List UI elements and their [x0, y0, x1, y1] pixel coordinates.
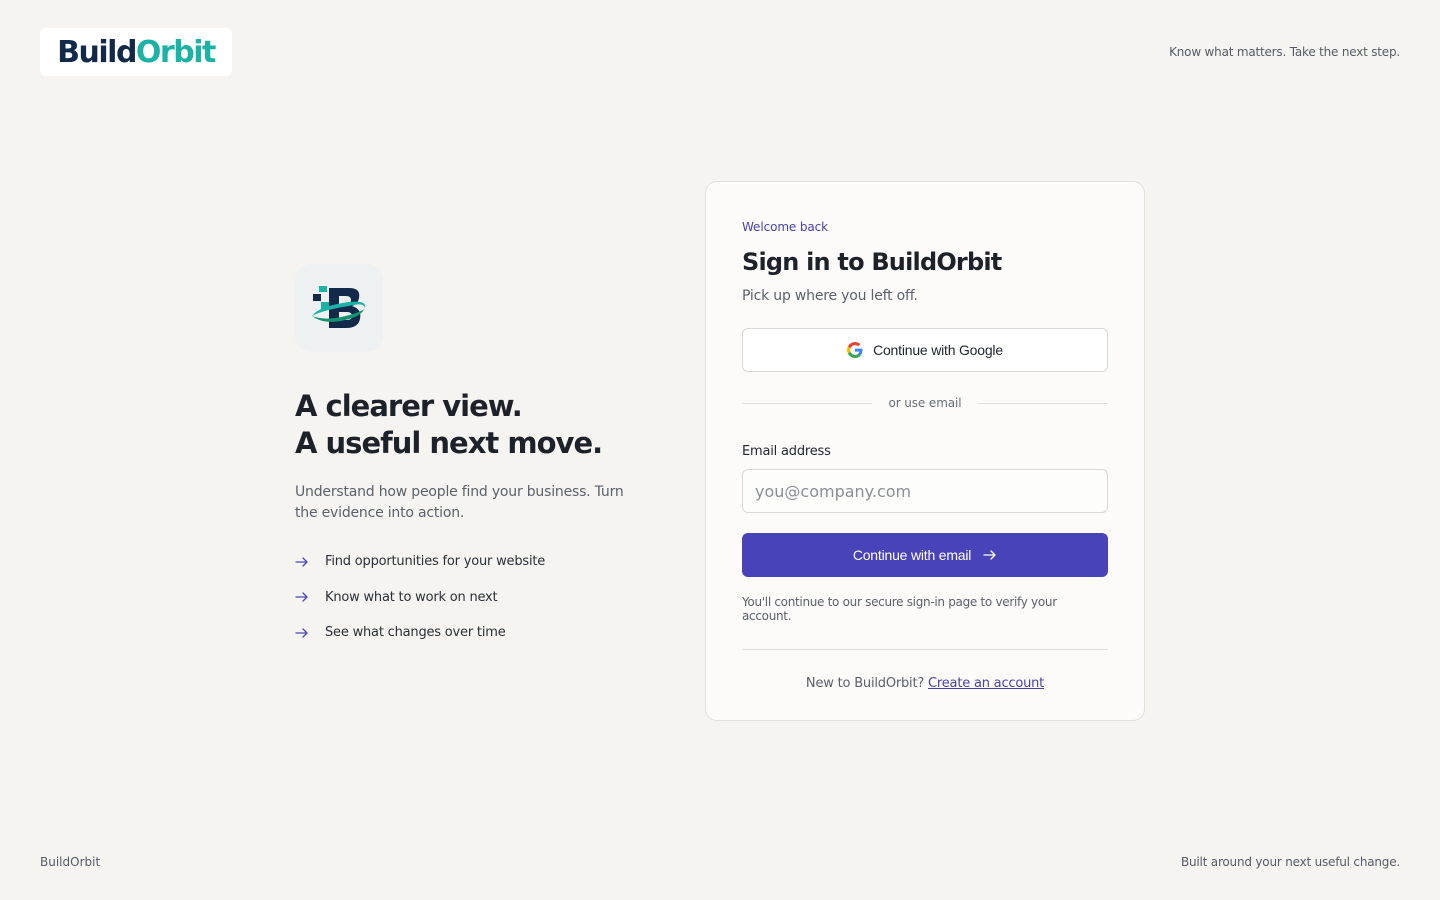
logo-word-build: Build: [57, 34, 137, 70]
welcome-eyebrow: Welcome back: [742, 220, 829, 234]
brand-logo[interactable]: BuildOrbit: [40, 28, 232, 76]
google-button-label: Continue with Google: [873, 342, 1003, 358]
hero-subtext: Understand how people find your business…: [295, 484, 624, 521]
signin-title: Sign in to BuildOrbit: [742, 248, 1002, 276]
arrow-right-icon: [295, 627, 325, 639]
signin-card: Welcome back Sign in to BuildOrbit Pick …: [705, 181, 1145, 721]
arrow-right-icon: [983, 549, 997, 561]
arrow-right-icon: [295, 591, 325, 603]
email-input[interactable]: [742, 469, 1108, 513]
divider-line: [742, 402, 873, 404]
secure-signin-note: You'll continue to our secure sign-in pa…: [742, 595, 1057, 623]
continue-with-google-button[interactable]: Continue with Google: [742, 328, 1108, 372]
headline-line-1: A clearer view.: [295, 389, 523, 423]
top-bar: BuildOrbit Know what matters. Take the n…: [40, 28, 1400, 76]
divider-line: [977, 402, 1109, 404]
hero-panel: A clearer view. A useful next move. Unde…: [295, 264, 635, 651]
divider-text: or use email: [888, 396, 962, 410]
logo-wordmark: BuildOrbit: [57, 34, 216, 70]
feature-text: See what changes over time: [325, 625, 506, 641]
or-divider: or use email: [742, 396, 1109, 410]
footer-brand: BuildOrbit: [40, 855, 101, 869]
card-separator: [742, 649, 1108, 650]
feature-list: Find opportunities for your website Know…: [295, 544, 635, 651]
header-tagline: Know what matters. Take the next step.: [1169, 45, 1400, 59]
app-icon: [295, 264, 383, 352]
google-icon: [847, 342, 863, 358]
feature-item: Find opportunities for your website: [295, 544, 635, 580]
feature-item: See what changes over time: [295, 615, 635, 651]
signup-prompt: New to BuildOrbit? Create an account: [742, 676, 1108, 691]
signup-prompt-text: New to BuildOrbit?: [805, 676, 925, 691]
create-account-link[interactable]: Create an account: [928, 676, 1044, 691]
continue-with-email-button[interactable]: Continue with email: [742, 533, 1108, 577]
feature-text: Find opportunities for your website: [325, 554, 546, 570]
email-button-label: Continue with email: [852, 547, 972, 563]
headline-line-2: A useful next move.: [295, 426, 603, 460]
footer-tagline: Built around your next useful change.: [1180, 855, 1400, 869]
logo-word-orbit: Orbit: [135, 34, 216, 70]
email-label: Email address: [742, 444, 831, 459]
feature-item: Know what to work on next: [295, 580, 635, 616]
hero-headline: A clearer view. A useful next move.: [295, 388, 635, 462]
feature-text: Know what to work on next: [325, 589, 498, 605]
arrow-right-icon: [295, 556, 325, 568]
signin-subtitle: Pick up where you left off.: [742, 288, 918, 304]
buildorbit-logo-icon: [312, 286, 366, 328]
